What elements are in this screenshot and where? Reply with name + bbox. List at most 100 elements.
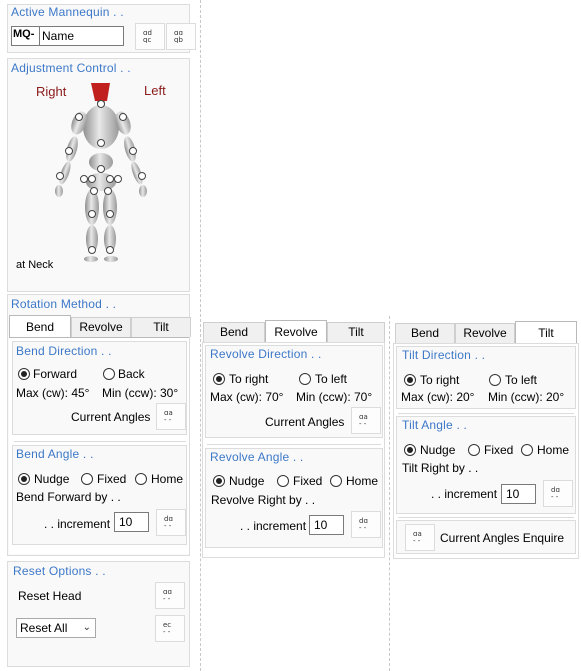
nudge-radio[interactable] (18, 473, 30, 485)
current-angles-label: Current Angles (265, 415, 345, 429)
nudge-label: Nudge (420, 443, 456, 457)
revolve-direction-group: Revolve Direction . . To right To left M… (205, 345, 383, 438)
max-angle: Max (cw): 20° (401, 390, 475, 404)
mannequin-name-field[interactable]: Name (42, 29, 74, 43)
reset-head-button[interactable]: ɑɑ - - (155, 582, 185, 609)
mannequin-prefix: MQ- (13, 28, 35, 40)
nudge-radio[interactable] (213, 475, 225, 487)
svg-text:- -: - - (163, 595, 171, 602)
tab-bend[interactable]: Bend (203, 322, 265, 342)
to-left-radio[interactable] (489, 374, 501, 386)
button-icon: ec- - (163, 621, 171, 635)
increment-input[interactable]: 10 (501, 484, 536, 504)
tab-tilt[interactable]: Tilt (515, 321, 577, 343)
group-title: Active Mannequin . . (11, 5, 124, 19)
button-icon: ɑa- - (413, 530, 422, 544)
current-angles-enquire-button[interactable]: ɑa - - (405, 524, 435, 551)
fixed-label: Fixed (293, 474, 323, 488)
enquire-label: Current Angles Enquire (440, 531, 565, 545)
reset-all-select[interactable]: Reset All ⌄ (16, 618, 96, 638)
svg-text:- -: - - (163, 628, 171, 635)
adjustment-control-group: Adjustment Control . . Right Left at Nec… (7, 58, 190, 292)
adjustment-status: at Neck (16, 259, 54, 271)
group-title: Revolve Angle . . (210, 450, 304, 464)
home-radio[interactable] (521, 444, 533, 456)
to-left-label: To left (315, 372, 348, 386)
min-angle: Min (ccw): 20° (488, 390, 565, 404)
group-title: Reset Options . . (13, 564, 106, 578)
increment-input[interactable]: 10 (309, 515, 344, 535)
button-icon: ɑdqc (143, 29, 152, 43)
revolve-panel: Bend Revolve Tilt Revolve Direction . . … (202, 320, 386, 560)
column-separator (389, 316, 390, 671)
increment-button[interactable]: dɑ - - (543, 480, 573, 507)
prefix-divider (39, 27, 40, 45)
svg-text:- -: - - (551, 493, 559, 500)
increment-input[interactable]: 10 (114, 512, 149, 532)
divider (398, 517, 574, 518)
tilt-direction-group: Tilt Direction . . To right To left Max … (396, 346, 576, 409)
increment-label: . . increment (240, 519, 307, 533)
max-angle: Max (cw): 70° (210, 390, 284, 404)
increment-label: . . increment (431, 487, 498, 501)
current-angles-label: Current Angles (71, 410, 151, 424)
to-right-label: To right (229, 372, 269, 386)
tab-bend[interactable]: Bend (9, 315, 71, 337)
forward-label: Forward (33, 367, 78, 381)
to-left-label: To left (505, 373, 538, 387)
group-title: Bend Direction . . (16, 344, 112, 358)
to-right-radio[interactable] (213, 373, 225, 385)
tab-tilt[interactable]: Tilt (327, 322, 385, 342)
svg-text:qb: qb (174, 36, 183, 43)
tab-tilt[interactable]: Tilt (131, 317, 191, 337)
tab-strip: Bend Revolve Tilt (393, 321, 577, 343)
max-angle: Max (cw): 45° (16, 386, 90, 400)
enquire-group: ɑa - - Current Angles Enquire (396, 520, 576, 554)
to-left-radio[interactable] (299, 373, 311, 385)
to-right-radio[interactable] (404, 374, 416, 386)
increment-button[interactable]: dɑ - - (351, 511, 381, 538)
fixed-label: Fixed (484, 443, 514, 457)
reset-head-label: Reset Head (18, 589, 82, 603)
tilt-by-label: Tilt Right by . . (402, 461, 479, 475)
column-separator (200, 0, 201, 671)
tab-revolve[interactable]: Revolve (455, 323, 515, 343)
divider (398, 413, 574, 414)
increment-label: . . increment (44, 517, 111, 531)
fixed-radio[interactable] (81, 473, 93, 485)
tab-revolve[interactable]: Revolve (265, 320, 327, 342)
current-angles-button[interactable]: ɑa - - (156, 403, 186, 430)
group-title: Tilt Direction . . (402, 348, 486, 362)
current-angles-button[interactable]: ɑa - - (351, 407, 381, 434)
reset-options-group: Reset Options . . Reset Head ɑɑ - - Reset… (7, 561, 190, 667)
svg-text:- -: - - (359, 524, 367, 531)
svg-text:- -: - - (413, 537, 421, 544)
divider (14, 441, 186, 442)
home-radio[interactable] (135, 473, 147, 485)
group-title: Bend Angle . . (16, 447, 94, 461)
nudge-radio[interactable] (404, 444, 416, 456)
button-icon: dɑ- - (551, 486, 560, 500)
forward-radio[interactable] (18, 368, 30, 380)
group-title: Tilt Angle . . (402, 418, 468, 432)
fixed-radio[interactable] (277, 475, 289, 487)
button-icon: dɑ- - (164, 515, 173, 529)
mannequin-option-button-2[interactable]: ɑɑ qb (166, 23, 196, 50)
increment-button[interactable]: dɑ - - (156, 509, 186, 536)
reset-all-button[interactable]: ec - - (155, 615, 185, 642)
min-angle: Min (ccw): 70° (296, 390, 373, 404)
fixed-radio[interactable] (468, 444, 480, 456)
to-right-label: To right (420, 373, 460, 387)
svg-text:- -: - - (164, 522, 172, 529)
tab-bend[interactable]: Bend (395, 323, 455, 343)
tab-revolve[interactable]: Revolve (71, 317, 131, 337)
min-angle: Min (ccw): 30° (102, 386, 179, 400)
home-label: Home (537, 443, 570, 457)
home-radio[interactable] (330, 475, 342, 487)
mannequin-option-button-1[interactable]: ɑd qc (135, 23, 165, 50)
nudge-label: Nudge (229, 474, 265, 488)
back-radio[interactable] (103, 368, 115, 380)
revolve-angle-group: Revolve Angle . . Nudge Fixed Home Revol… (205, 448, 383, 548)
mannequin-figure[interactable] (46, 79, 158, 263)
home-label: Home (151, 472, 184, 486)
